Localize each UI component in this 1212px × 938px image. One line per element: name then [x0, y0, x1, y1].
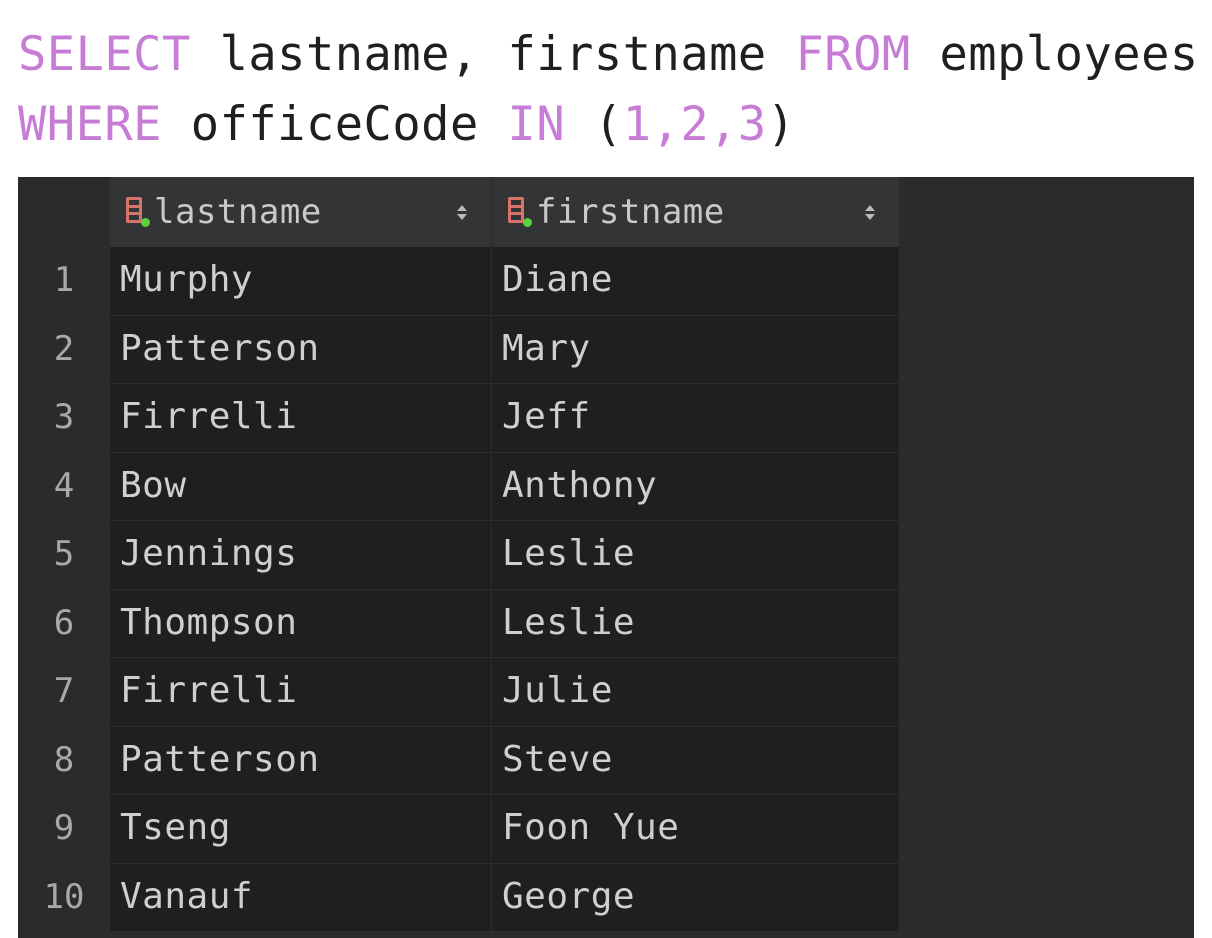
where-column: officeCode	[161, 97, 508, 152]
cell-firstname[interactable]: Foon Yue	[492, 795, 900, 864]
row-number: 3	[18, 384, 110, 453]
grid-header: lastname firstname	[18, 177, 1194, 247]
cell-firstname[interactable]: Leslie	[492, 521, 900, 590]
cell-firstname[interactable]: George	[492, 863, 900, 932]
table-row[interactable]: 5 Jennings Leslie	[18, 521, 1194, 590]
row-number: 8	[18, 726, 110, 795]
keyword-where: WHERE	[18, 97, 162, 152]
cell-firstname[interactable]: Diane	[492, 247, 900, 316]
cell-lastname[interactable]: Bow	[110, 452, 492, 521]
sort-icon[interactable]	[455, 201, 469, 223]
cell-firstname[interactable]: Steve	[492, 726, 900, 795]
select-columns: lastname, firstname	[190, 27, 796, 82]
result-grid[interactable]: lastname firstname 1 Murphy Diane 2 Patt…	[18, 177, 1194, 938]
column-header-firstname[interactable]: firstname	[492, 177, 900, 247]
keyword-from: FROM	[795, 27, 911, 82]
close-paren: )	[766, 97, 796, 152]
row-number-header	[18, 177, 110, 247]
cell-lastname[interactable]: Murphy	[110, 247, 492, 316]
cell-lastname[interactable]: Firrelli	[110, 658, 492, 727]
cell-firstname[interactable]: Leslie	[492, 589, 900, 658]
cell-firstname[interactable]: Anthony	[492, 452, 900, 521]
table-column-icon	[126, 197, 150, 227]
cell-lastname[interactable]: Thompson	[110, 589, 492, 658]
column-header-label: firstname	[536, 192, 725, 232]
sql-line-2: WHERE officeCode IN (1,2,3)	[18, 90, 1208, 160]
sql-editor[interactable]: SELECT lastname, firstname FROM employee…	[18, 20, 1208, 160]
table-name: employees	[910, 27, 1199, 82]
table-row[interactable]: 3 Firrelli Jeff	[18, 384, 1194, 453]
cell-lastname[interactable]: Vanauf	[110, 863, 492, 932]
cell-lastname[interactable]: Firrelli	[110, 384, 492, 453]
keyword-select: SELECT	[18, 27, 191, 82]
open-paren: (	[593, 97, 623, 152]
row-number: 10	[18, 863, 110, 932]
row-number: 2	[18, 315, 110, 384]
table-row[interactable]: 6 Thompson Leslie	[18, 589, 1194, 658]
cell-lastname[interactable]: Jennings	[110, 521, 492, 590]
table-row[interactable]: 4 Bow Anthony	[18, 452, 1194, 521]
table-row[interactable]: 7 Firrelli Julie	[18, 658, 1194, 727]
table-row[interactable]: 2 Patterson Mary	[18, 315, 1194, 384]
cell-lastname[interactable]: Patterson	[110, 315, 492, 384]
row-number: 7	[18, 658, 110, 727]
keyword-in: IN	[507, 97, 566, 152]
cell-firstname[interactable]: Julie	[492, 658, 900, 727]
row-number: 9	[18, 795, 110, 864]
table-row[interactable]: 10 Vanauf George	[18, 863, 1194, 932]
sql-line-1: SELECT lastname, firstname FROM employee…	[18, 20, 1208, 90]
row-number: 5	[18, 521, 110, 590]
in-values: 1,2,3	[622, 97, 767, 152]
row-number: 6	[18, 589, 110, 658]
cell-firstname[interactable]: Jeff	[492, 384, 900, 453]
sort-icon[interactable]	[863, 201, 877, 223]
row-number: 4	[18, 452, 110, 521]
cell-lastname[interactable]: Tseng	[110, 795, 492, 864]
table-column-icon	[508, 197, 532, 227]
row-number: 1	[18, 247, 110, 316]
grid-body: 1 Murphy Diane 2 Patterson Mary 3 Firrel…	[18, 247, 1194, 932]
column-header-lastname[interactable]: lastname	[110, 177, 492, 247]
column-header-label: lastname	[154, 192, 322, 232]
cell-lastname[interactable]: Patterson	[110, 726, 492, 795]
table-row[interactable]: 8 Patterson Steve	[18, 726, 1194, 795]
table-row[interactable]: 9 Tseng Foon Yue	[18, 795, 1194, 864]
table-row[interactable]: 1 Murphy Diane	[18, 247, 1194, 316]
cell-firstname[interactable]: Mary	[492, 315, 900, 384]
